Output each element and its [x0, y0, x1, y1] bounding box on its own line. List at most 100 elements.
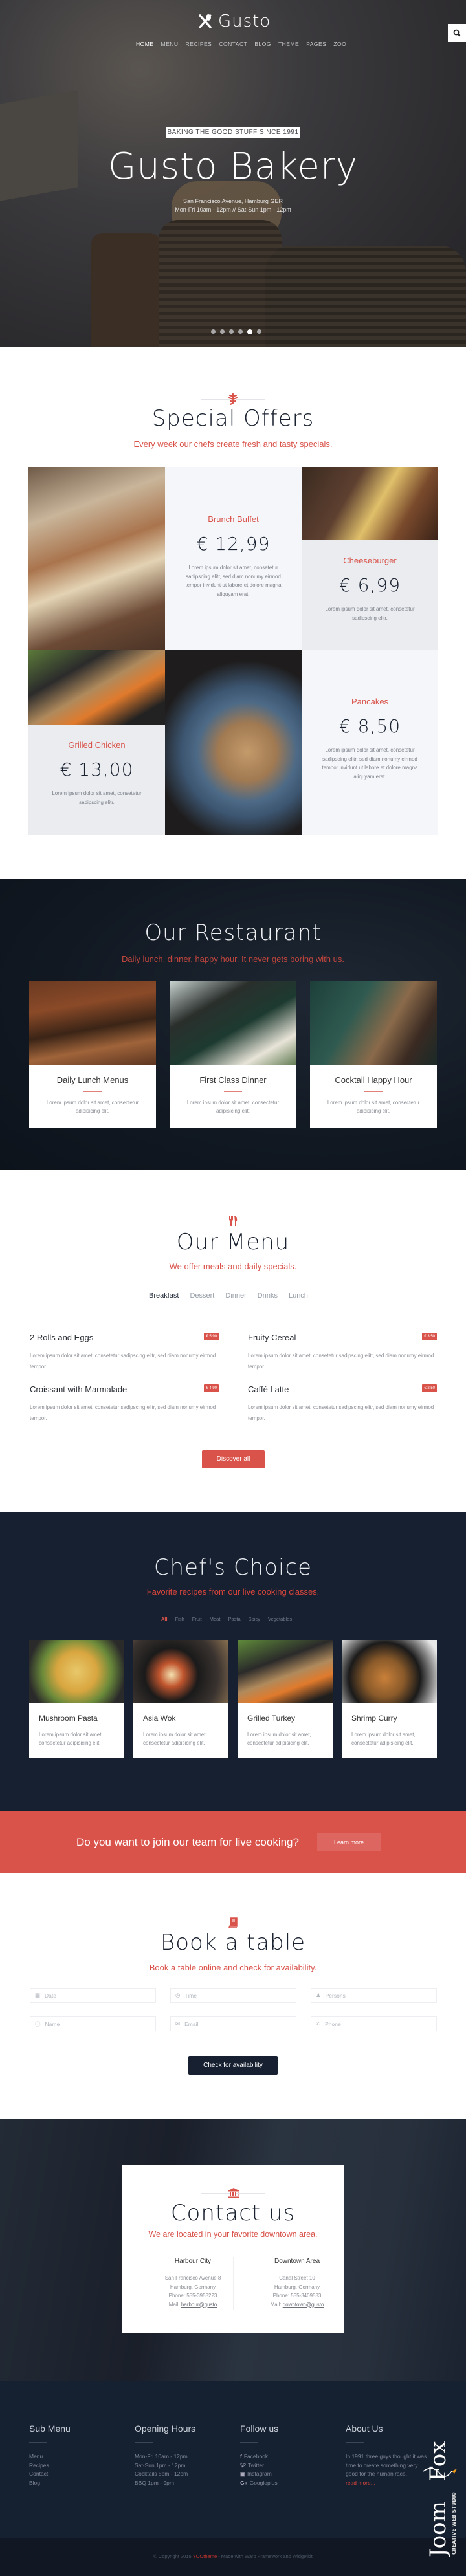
name-input[interactable]: ⓘ Name [30, 2016, 156, 2031]
filter-vegetables[interactable]: Vegetables [268, 1616, 292, 1622]
slider-dot[interactable] [220, 329, 225, 334]
instagram-link[interactable]: ▣ Instagram [240, 2470, 344, 2479]
footer-link[interactable]: Contact [29, 2470, 133, 2479]
time-input[interactable]: ◷ Time [170, 1988, 296, 2003]
filter-fruit[interactable]: Fruit [192, 1616, 202, 1622]
twitter-icon: 🐦︎ [240, 2463, 246, 2468]
nav-home[interactable]: HOME [136, 41, 154, 47]
menu-item: 2 Rolls and Eggs € 5,90 Lorem ipsum dolo… [30, 1333, 219, 1372]
persons-input[interactable]: ♟ Persons [311, 1988, 437, 2003]
email-input[interactable]: ✉ Email [170, 2016, 296, 2031]
offer-card[interactable]: Pancakes € 8,50 Lorem ipsum dolor sit am… [302, 650, 438, 835]
recipe-card[interactable]: Mushroom Pasta Lorem ipsum dolor sit ame… [29, 1640, 124, 1758]
menu-item: Caffé Latte € 2,50 Lorem ipsum dolor sit… [248, 1384, 437, 1424]
location-downtown: Downtown Area Canal Street 10 Hamburg, G… [249, 2258, 346, 2309]
offer-card[interactable]: Grilled Chicken € 13,00 Lorem ipsum dolo… [28, 725, 165, 835]
restaurant-card[interactable]: Cocktail Happy Hour Lorem ipsum dolor si… [310, 981, 437, 1128]
recipe-card[interactable]: Grilled Turkey Lorem ipsum dolor sit ame… [238, 1640, 333, 1758]
clock-icon: ◷ [175, 1992, 181, 1998]
slider-dot[interactable] [257, 329, 261, 334]
nav-recipes[interactable]: RECIPES [186, 41, 212, 47]
wok-image [133, 1640, 228, 1703]
basket-image [265, 246, 466, 347]
chefs-choice-section: Chef's Choice Favorite recipes from our … [0, 1512, 466, 1811]
facebook-link[interactable]: f Facebook [240, 2452, 344, 2461]
section-subtitle: Favorite recipes from our live cooking c… [146, 1587, 320, 1597]
restaurant-card[interactable]: Daily Lunch Menus Lorem ipsum dolor sit … [29, 981, 156, 1128]
slider-dot[interactable] [229, 329, 234, 334]
nav-menu[interactable]: MENU [161, 41, 179, 47]
copyright-bar: © Copyright 2015 YOOtheme - Made with Wa… [0, 2538, 466, 2576]
discover-all-button[interactable]: Discover all [202, 1450, 265, 1468]
phone-input[interactable]: ✆ Phone [311, 2016, 437, 2031]
filter-fish[interactable]: Fish [175, 1616, 184, 1622]
menu-item-name: Fruity Cereal [248, 1333, 296, 1342]
offer-desc: Lorem ipsum dolor sit amet, consetetur s… [325, 606, 415, 621]
filter-pasta[interactable]: Pasta [228, 1616, 240, 1622]
filter-meat[interactable]: Meat [210, 1616, 221, 1622]
section-divider [201, 2188, 265, 2198]
card-desc: Lorem ipsum dolor sit amet, consectetur … [327, 1100, 420, 1114]
tab-dinner[interactable]: Dinner [225, 1292, 246, 1302]
location-harbour: Harbour City San Francisco Avenue 8 Hamb… [144, 2258, 241, 2309]
heading-underline [346, 2442, 364, 2443]
learn-more-button[interactable]: Learn more [317, 1833, 381, 1851]
nav-blog[interactable]: BLOG [254, 41, 271, 47]
tab-dessert[interactable]: Dessert [190, 1292, 214, 1302]
tab-drinks[interactable]: Drinks [258, 1292, 278, 1302]
location-city: Hamburg, Germany [274, 2284, 320, 2290]
mail-link[interactable]: harbour@gusto [181, 2302, 217, 2308]
join-banner: Do you want to join our team for live co… [0, 1811, 466, 1873]
offer-card[interactable]: Cheeseburger € 6,99 Lorem ipsum dolor si… [302, 540, 438, 650]
hero-hours: Mon-Fri 10am - 12pm // Sat-Sun 1pm - 12p… [175, 206, 291, 213]
info-icon: ⓘ [35, 2020, 41, 2027]
check-availability-button[interactable]: Check for availability [188, 2056, 278, 2075]
menu-item-desc: Lorem ipsum dolor sit amet, consetetur s… [30, 1353, 216, 1370]
recipe-filters: All Fish Fruit Meat Pasta Spicy Vegetabl… [161, 1616, 292, 1622]
mail-link[interactable]: downtown@gusto [283, 2302, 324, 2308]
card-title: Shrimp Curry [351, 1714, 397, 1723]
facebook-icon: f [240, 2453, 242, 2460]
nav-theme[interactable]: THEME [278, 41, 299, 47]
link-label: Googleplus [249, 2479, 278, 2486]
tab-breakfast[interactable]: Breakfast [149, 1292, 179, 1302]
footer-link[interactable]: Menu [29, 2452, 133, 2461]
yootheme-link[interactable]: YOOtheme [193, 2553, 217, 2559]
site-logo[interactable]: Gusto [197, 12, 271, 31]
instagram-icon: ▣ [240, 2471, 246, 2477]
recipe-card[interactable]: Shrimp Curry Lorem ipsum dolor sit amet,… [342, 1640, 437, 1758]
offer-name: Pancakes [351, 697, 389, 706]
nav-zoo[interactable]: ZOO [333, 41, 346, 47]
tab-lunch[interactable]: Lunch [289, 1292, 308, 1302]
slider-dot[interactable] [238, 329, 243, 334]
grilled-chicken-image [28, 650, 165, 725]
offer-desc: Lorem ipsum dolor sit amet, consetetur s… [52, 791, 142, 805]
card-divider [364, 1091, 383, 1092]
twitter-link[interactable]: 🐦︎ Twitter [240, 2461, 344, 2471]
nav-pages[interactable]: PAGES [306, 41, 326, 47]
offer-card[interactable]: Brunch Buffet € 12,99 Lorem ipsum dolor … [165, 467, 302, 650]
menu-item-desc: Lorem ipsum dolor sit amet, consetetur s… [248, 1404, 434, 1421]
date-input[interactable]: ▦ Date [30, 1988, 156, 2003]
search-button[interactable] [448, 24, 466, 42]
footer-link[interactable]: Blog [29, 2479, 133, 2488]
card-title: Grilled Turkey [247, 1714, 296, 1723]
slider-dot[interactable] [211, 329, 216, 334]
contact-title: Contact us [170, 2200, 296, 2226]
read-more-link[interactable]: read more... [346, 2479, 430, 2488]
restaurant-card[interactable]: First Class Dinner Lorem ipsum dolor sit… [170, 981, 296, 1128]
slider-dot-active[interactable] [247, 329, 252, 334]
cheeseburger-image [302, 467, 438, 540]
nav-contact[interactable]: CONTACT [219, 41, 247, 47]
card-desc: Lorem ipsum dolor sit amet, consectetur … [247, 1732, 311, 1746]
filter-spicy[interactable]: Spicy [249, 1616, 260, 1622]
footer-link[interactable]: Recipes [29, 2461, 133, 2471]
user-icon: ♟ [316, 1992, 321, 1998]
contact-subtitle: We are located in your favorite downtown… [148, 2230, 318, 2239]
googleplus-link[interactable]: G+ Googleplus [240, 2479, 344, 2488]
footer-follow: Follow us f Facebook 🐦︎ Twitter ▣ Instagram… [240, 2423, 344, 2487]
bank-icon [228, 2188, 239, 2198]
filter-all[interactable]: All [161, 1616, 168, 1622]
recipe-card[interactable]: Asia Wok Lorem ipsum dolor sit amet, con… [133, 1640, 228, 1758]
card-title: Cocktail Happy Hour [335, 1075, 412, 1085]
